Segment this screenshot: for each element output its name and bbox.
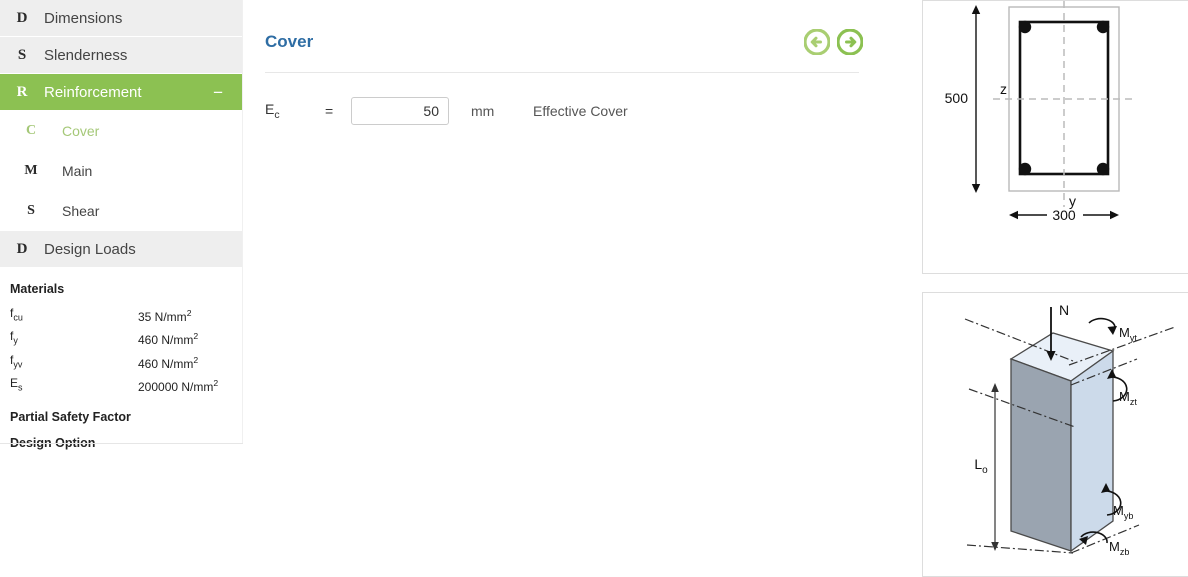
dimension-arrowhead xyxy=(991,383,999,392)
sidebar-item-label: Slenderness xyxy=(44,46,128,64)
rebar-dot xyxy=(1096,20,1110,34)
moment-label-mzt: Mzt xyxy=(1119,389,1137,407)
sidebar-item-main[interactable]: M Main xyxy=(0,151,243,191)
effective-cover-input[interactable] xyxy=(351,97,449,125)
unit-label: mm xyxy=(471,103,495,119)
collapse-minus-icon[interactable]: − xyxy=(213,84,223,101)
material-value: 460 N/mm2 xyxy=(138,331,199,348)
next-arrow-icon[interactable] xyxy=(837,29,863,55)
partial-safety-factor-heading: Partial Safety Factor xyxy=(10,409,131,424)
sidebar-item-dimensions[interactable]: D Dimensions xyxy=(0,0,243,37)
shear-icon: S xyxy=(27,203,35,218)
material-symbol: fyv xyxy=(10,352,23,370)
figure-column: 500 300 z y N Lo Myt Mzt Myb Mzb xyxy=(903,0,1188,577)
column-length-label: Lo xyxy=(974,456,988,476)
sidebar: D Dimensions S Slenderness R Reinforceme… xyxy=(0,0,243,577)
slenderness-icon: S xyxy=(17,46,27,63)
materials-row: fcu 35 N/mm2 xyxy=(10,304,243,327)
effective-cover-symbol: Ec xyxy=(265,101,280,121)
effective-cover-row: Ec = mm Effective Cover xyxy=(243,73,903,125)
materials-summary: Materials fcu 35 N/mm2 fy 460 N/mm2 fyv … xyxy=(0,268,243,450)
column-3d-panel: N Lo Myt Mzt Myb Mzb xyxy=(922,292,1188,577)
materials-row: fy 460 N/mm2 xyxy=(10,327,243,350)
width-label: 300 xyxy=(1052,207,1076,223)
cross-section-panel: 500 300 z y xyxy=(922,0,1188,274)
reinforcement-icon: R xyxy=(16,83,28,100)
z-axis-label: z xyxy=(1000,81,1007,97)
wizard-navigation xyxy=(804,29,863,55)
sidebar-item-slenderness[interactable]: S Slenderness xyxy=(0,37,243,74)
moment-label-myt: Myt xyxy=(1119,325,1137,343)
material-value: 35 N/mm2 xyxy=(138,308,192,324)
moment-label-myb: Myb xyxy=(1113,503,1133,521)
rebar-dot xyxy=(1096,162,1110,176)
sidebar-item-label: Reinforcement xyxy=(44,83,142,101)
cross-section-diagram: 500 300 z y xyxy=(945,1,1135,223)
column-3d-diagram: N Lo Myt Mzt Myb Mzb xyxy=(964,302,1176,557)
sidebar-item-cover[interactable]: C Cover xyxy=(0,111,243,151)
app-root: D Dimensions S Slenderness R Reinforceme… xyxy=(0,0,1188,577)
axial-load-label: N xyxy=(1059,302,1069,318)
materials-row: Es 200000 N/mm2 xyxy=(10,374,243,397)
panel-header: Cover xyxy=(243,0,903,62)
material-symbol: fy xyxy=(10,329,18,346)
material-symbol: fcu xyxy=(10,306,23,323)
field-description: Effective Cover xyxy=(533,103,628,119)
main-bars-icon: M xyxy=(24,163,38,178)
sidebar-item-label: Dimensions xyxy=(44,9,123,27)
sidebar-divider xyxy=(0,443,243,444)
previous-arrow-icon[interactable] xyxy=(804,29,830,55)
rebar-dot xyxy=(1018,20,1032,34)
material-symbol: Es xyxy=(10,376,23,393)
dimension-arrowhead xyxy=(1110,210,1119,220)
sidebar-item-shear[interactable]: S Shear xyxy=(0,191,243,231)
dimension-arrowhead xyxy=(971,184,981,193)
sidebar-subnav-reinforcement: C Cover M Main S Shear xyxy=(0,111,243,231)
material-value: 460 N/mm2 xyxy=(138,354,199,371)
dimension-arrowhead xyxy=(1009,210,1018,220)
dimension-arrowhead xyxy=(971,5,981,14)
depth-label: 500 xyxy=(945,90,969,106)
moment-label-mzb: Mzb xyxy=(1109,539,1129,557)
materials-heading: Materials xyxy=(10,282,65,296)
sidebar-item-design-loads[interactable]: D Design Loads xyxy=(0,231,243,268)
column-right-face xyxy=(1070,349,1114,553)
equals-sign: = xyxy=(325,103,334,119)
y-axis-label: y xyxy=(1069,193,1076,209)
page-title: Cover xyxy=(265,32,314,51)
sidebar-item-label: Design Loads xyxy=(44,240,136,258)
sidebar-subitem-label: Main xyxy=(62,163,93,179)
cover-icon: C xyxy=(25,123,37,138)
sidebar-item-reinforcement[interactable]: R Reinforcement − xyxy=(0,74,243,111)
materials-row: fyv 460 N/mm2 xyxy=(10,351,243,374)
design-loads-icon: D xyxy=(16,240,28,257)
sidebar-subitem-label: Cover xyxy=(62,123,100,139)
material-value: 200000 N/mm2 xyxy=(138,378,219,395)
main-content: Cover Ec = mm Effective Cover xyxy=(243,0,903,577)
moment-arrowhead xyxy=(1107,326,1117,335)
column-left-face xyxy=(1010,358,1072,552)
dimensions-icon: D xyxy=(16,9,28,26)
sidebar-subitem-label: Shear xyxy=(62,203,100,219)
moment-arc xyxy=(1088,317,1116,329)
rebar-dot xyxy=(1018,162,1032,176)
